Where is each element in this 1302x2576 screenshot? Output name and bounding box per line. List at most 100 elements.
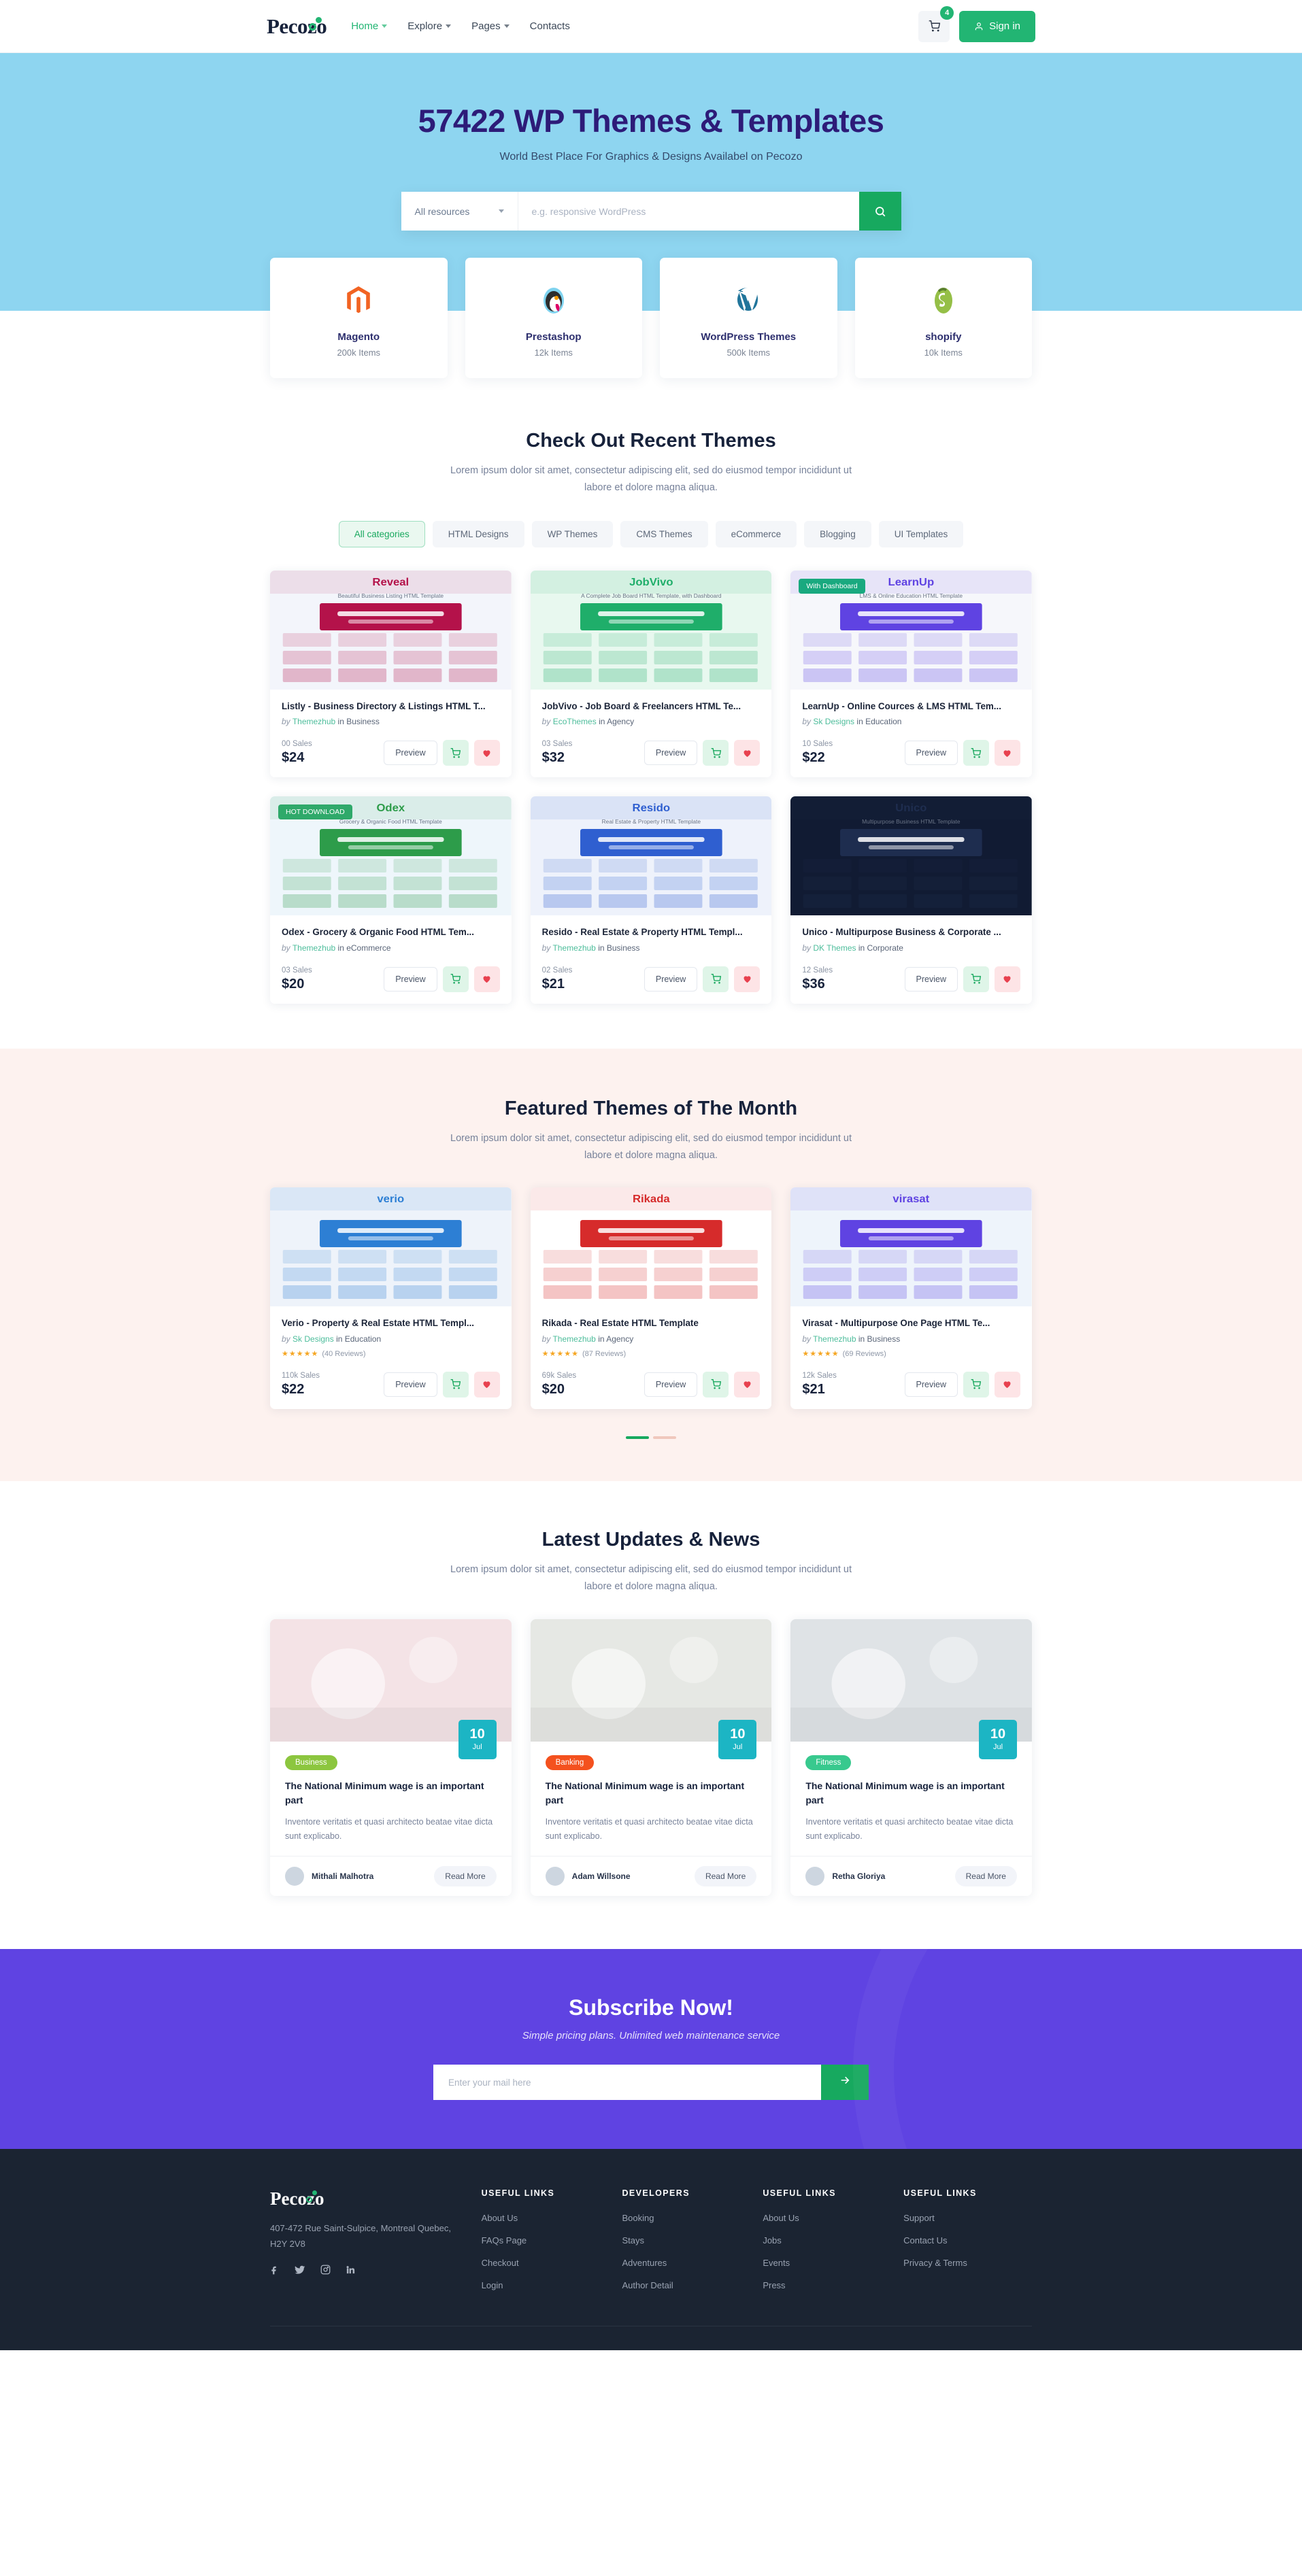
theme-author[interactable]: DK Themes (813, 943, 856, 953)
category-card-wordpress-themes[interactable]: WordPress Themes 500k Items (660, 258, 837, 378)
email-field[interactable] (433, 2065, 821, 2101)
facebook-icon[interactable] (270, 2265, 280, 2278)
brand-logo[interactable]: Pecozo (267, 14, 327, 39)
filter-tab-wp-themes[interactable]: WP Themes (531, 520, 614, 547)
preview-button[interactable]: Preview (384, 966, 437, 992)
preview-button[interactable]: Preview (384, 1372, 437, 1397)
add-to-cart-button[interactable] (963, 966, 989, 992)
theme-author[interactable]: EcoThemes (553, 717, 597, 726)
preview-button[interactable]: Preview (644, 966, 698, 992)
filter-tab-ecommerce[interactable]: eCommerce (715, 520, 797, 547)
news-headline[interactable]: The National Minimum wage is an importan… (285, 1779, 497, 1808)
theme-author[interactable]: Themezhub (293, 717, 335, 726)
search-input[interactable] (518, 192, 859, 231)
resource-select[interactable]: All resources (401, 192, 518, 231)
theme-author[interactable]: Sk Designs (813, 717, 854, 726)
theme-card[interactable]: Rikada Rikada - Real Estate HTML Templat… (530, 1187, 772, 1409)
footer-link[interactable]: FAQs Page (482, 2235, 610, 2245)
theme-card[interactable]: Resido Real Estate & Property HTML Templ… (530, 796, 772, 1004)
sign-in-button[interactable]: Sign in (959, 10, 1035, 42)
twitter-icon[interactable] (295, 2265, 305, 2278)
add-to-cart-button[interactable] (703, 740, 729, 766)
theme-author[interactable]: Sk Designs (293, 1334, 334, 1344)
filter-tab-cms-themes[interactable]: CMS Themes (620, 520, 708, 547)
theme-title[interactable]: Verio - Property & Real Estate HTML Temp… (282, 1317, 500, 1329)
nav-item-explore[interactable]: Explore (407, 20, 452, 32)
instagram-icon[interactable] (320, 2265, 331, 2278)
favorite-button[interactable] (994, 1371, 1020, 1397)
nav-item-home[interactable]: Home (351, 20, 388, 32)
theme-card[interactable]: Reveal Beautiful Business Listing HTML T… (270, 570, 512, 778)
theme-title[interactable]: Odex - Grocery & Organic Food HTML Tem..… (282, 926, 500, 938)
subscribe-submit-button[interactable] (821, 2065, 869, 2101)
add-to-cart-button[interactable] (963, 740, 989, 766)
nav-item-pages[interactable]: Pages (471, 20, 510, 32)
news-card[interactable]: 10 Jul Banking The National Minimum wage… (530, 1619, 772, 1897)
theme-title[interactable]: Rikada - Real Estate HTML Template (542, 1317, 761, 1329)
theme-card[interactable]: JobVivo A Complete Job Board HTML Templa… (530, 570, 772, 778)
theme-card[interactable]: virasat Virasat - Multipurpose One Page … (790, 1187, 1032, 1409)
cart-button[interactable]: 4 (918, 5, 954, 42)
footer-link[interactable]: Contact Us (903, 2235, 1032, 2245)
favorite-button[interactable] (994, 740, 1020, 766)
category-card-prestashop[interactable]: Prestashop 12k Items (465, 258, 642, 378)
footer-logo[interactable]: Pecozo (270, 2188, 324, 2209)
news-tag[interactable]: Banking (545, 1755, 595, 1770)
favorite-button[interactable] (994, 966, 1020, 992)
theme-card[interactable]: verio Verio - Property & Real Estate HTM… (270, 1187, 512, 1409)
footer-link[interactable]: Login (482, 2280, 610, 2290)
footer-link[interactable]: About Us (482, 2213, 610, 2223)
read-more-button[interactable]: Read More (954, 1866, 1017, 1887)
news-card[interactable]: 10 Jul Fitness The National Minimum wage… (790, 1619, 1032, 1897)
read-more-button[interactable]: Read More (694, 1866, 757, 1887)
footer-link[interactable]: Checkout (482, 2258, 610, 2268)
preview-button[interactable]: Preview (384, 741, 437, 766)
preview-button[interactable]: Preview (904, 1372, 958, 1397)
favorite-button[interactable] (734, 1371, 761, 1397)
theme-title[interactable]: Unico - Multipurpose Business & Corporat… (802, 926, 1020, 938)
theme-title[interactable]: JobVivo - Job Board & Freelancers HTML T… (542, 700, 761, 712)
filter-tab-blogging[interactable]: Blogging (804, 520, 871, 547)
footer-link[interactable]: Author Detail (622, 2280, 751, 2290)
theme-title[interactable]: Resido - Real Estate & Property HTML Tem… (542, 926, 761, 938)
add-to-cart-button[interactable] (703, 1371, 729, 1397)
favorite-button[interactable] (473, 1371, 500, 1397)
read-more-button[interactable]: Read More (434, 1866, 497, 1887)
footer-link[interactable]: Privacy & Terms (903, 2258, 1032, 2268)
add-to-cart-button[interactable] (442, 740, 469, 766)
theme-author[interactable]: Themezhub (552, 1334, 595, 1344)
add-to-cart-button[interactable] (703, 966, 729, 992)
footer-link[interactable]: Events (763, 2258, 891, 2268)
add-to-cart-button[interactable] (963, 1371, 989, 1397)
category-card-magento[interactable]: Magento 200k Items (270, 258, 448, 378)
theme-author[interactable]: Themezhub (293, 943, 335, 953)
category-card-shopify[interactable]: shopify 10k Items (854, 258, 1032, 378)
news-headline[interactable]: The National Minimum wage is an importan… (546, 1779, 757, 1808)
preview-button[interactable]: Preview (904, 966, 958, 992)
theme-author[interactable]: Themezhub (813, 1334, 856, 1344)
favorite-button[interactable] (473, 966, 500, 992)
add-to-cart-button[interactable] (442, 1371, 469, 1397)
footer-link[interactable]: Jobs (763, 2235, 891, 2245)
nav-item-contacts[interactable]: Contacts (530, 20, 570, 32)
favorite-button[interactable] (734, 740, 761, 766)
theme-card[interactable]: Unico Multipurpose Business HTML Templat… (790, 796, 1032, 1004)
footer-link[interactable]: Press (763, 2280, 891, 2290)
theme-card[interactable]: HOT DOWNLOAD Odex Grocery & Organic Food… (270, 796, 512, 1004)
carousel-dot-1[interactable] (626, 1436, 649, 1439)
linkedin-icon[interactable] (346, 2265, 356, 2278)
filter-tab-all-categories[interactable]: All categories (338, 520, 425, 547)
footer-link[interactable]: Adventures (622, 2258, 751, 2268)
news-headline[interactable]: The National Minimum wage is an importan… (805, 1779, 1017, 1808)
theme-title[interactable]: Virasat - Multipurpose One Page HTML Te.… (802, 1317, 1020, 1329)
news-tag[interactable]: Business (285, 1755, 337, 1770)
add-to-cart-button[interactable] (442, 966, 469, 992)
news-tag[interactable]: Fitness (805, 1755, 852, 1770)
theme-title[interactable]: LearnUp - Online Cources & LMS HTML Tem.… (802, 700, 1020, 712)
theme-title[interactable]: Listly - Business Directory & Listings H… (282, 700, 500, 712)
search-button[interactable] (858, 192, 901, 231)
favorite-button[interactable] (473, 740, 500, 766)
news-card[interactable]: 10 Jul Business The National Minimum wag… (270, 1619, 512, 1897)
favorite-button[interactable] (734, 966, 761, 992)
preview-button[interactable]: Preview (644, 741, 698, 766)
